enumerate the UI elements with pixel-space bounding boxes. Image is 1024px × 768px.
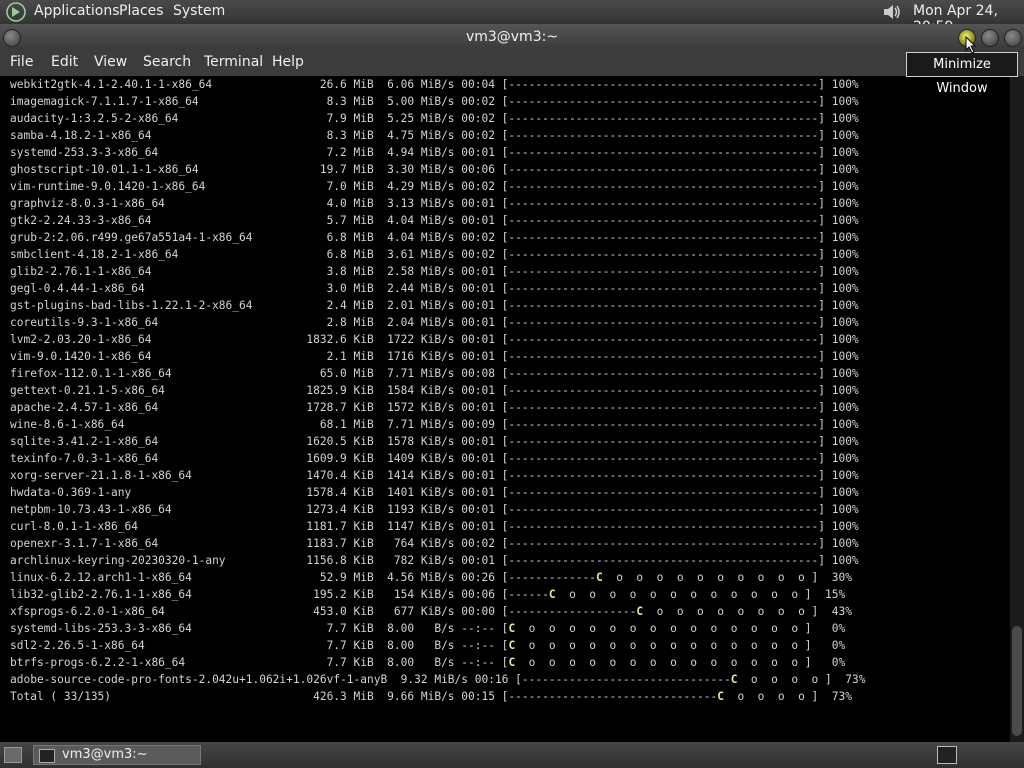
terminal-line: samba-4.18.2-1-x86_64 8.3 MiB 4.75 MiB/s… [10,129,859,142]
terminal-line: netpbm-10.73.43-1-x86_64 1273.4 KiB 1193… [10,503,859,516]
terminal-line: grub-2:2.06.r499.ge67a551a4-1-x86_64 6.8… [10,231,859,244]
terminal-line: audacity-1:3.2.5-2-x86_64 7.9 MiB 5.25 M… [10,112,859,125]
speaker-icon[interactable] [880,1,902,23]
terminal-line: vim-9.0.1420-1-x86_64 2.1 MiB 1716 KiB/s… [10,350,859,363]
terminal-line: hwdata-0.369-1-any 1578.4 KiB 1401 KiB/s… [10,486,859,499]
taskbar-terminal-button[interactable]: vm3@vm3:~ [33,745,201,765]
menu-help[interactable]: Help [272,54,304,70]
minimize-tooltip: Minimize Window [906,52,1018,96]
terminal-line: smbclient-4.18.2-1-x86_64 6.8 MiB 3.61 M… [10,248,859,261]
terminal-line: graphviz-8.0.3-1-x86_64 4.0 MiB 3.13 MiB… [10,197,859,210]
terminal-line: xorg-server-21.1.8-1-x86_64 1470.4 KiB 1… [10,469,859,482]
terminal-line: gegl-0.4.44-1-x86_64 3.0 MiB 2.44 MiB/s … [10,282,859,295]
taskbar-label: vm3@vm3:~ [62,747,148,762]
bottom-panel: vm3@vm3:~ [0,742,1024,768]
terminal-line: systemd-libs-253.3-3-x86_64 7.7 KiB 8.00… [10,622,846,635]
terminal-line: gst-plugins-bad-libs-1.22.1-2-x86_64 2.4… [10,299,859,312]
top-panel: Applications Places System Mon Apr 24, 2… [0,0,1024,35]
terminal-line: xfsprogs-6.2.0-1-x86_64 453.0 KiB 677 Ki… [10,605,852,618]
terminal-icon [39,749,55,763]
mouse-pointer-icon [965,36,977,54]
terminal-scrollbar[interactable] [1010,76,1024,742]
menu-file[interactable]: File [10,54,33,70]
applications-menu[interactable]: Applications [34,3,120,19]
system-menu[interactable]: System [173,3,225,19]
scrollbar-thumb[interactable] [1012,626,1022,736]
terminal-line: wine-8.6-1-x86_64 68.1 MiB 7.71 MiB/s 00… [10,418,859,431]
terminal-line: systemd-253.3-3-x86_64 7.2 MiB 4.94 MiB/… [10,146,859,159]
terminal-line: firefox-112.0.1-1-x86_64 65.0 MiB 7.71 M… [10,367,859,380]
terminal-output[interactable]: webkit2gtk-4.1-2.40.1-1-x86_64 26.6 MiB … [0,76,1010,742]
terminal-line: gtk2-2.24.33-3-x86_64 5.7 MiB 4.04 MiB/s… [10,214,859,227]
show-desktop-icon[interactable] [4,747,22,763]
terminal-text: webkit2gtk-4.1-2.40.1-1-x86_64 26.6 MiB … [0,76,1010,705]
terminal-menubar: File Edit View Search Terminal Help [0,50,1024,76]
terminal-line: glib2-2.76.1-1-x86_64 3.8 MiB 2.58 MiB/s… [10,265,859,278]
terminal-line: ghostscript-10.01.1-1-x86_64 19.7 MiB 3.… [10,163,859,176]
terminal-line: curl-8.0.1-1-x86_64 1181.7 KiB 1147 KiB/… [10,520,859,533]
terminal-line: sqlite-3.41.2-1-x86_64 1620.5 KiB 1578 K… [10,435,859,448]
terminal-line: lib32-glib2-2.76.1-1-x86_64 195.2 KiB 15… [10,588,846,601]
terminal-line: gettext-0.21.1-5-x86_64 1825.9 KiB 1584 … [10,384,859,397]
terminal-line: apache-2.4.57-1-x86_64 1728.7 KiB 1572 K… [10,401,859,414]
menu-view[interactable]: View [94,54,127,70]
menu-search[interactable]: Search [143,54,191,70]
terminal-line: adobe-source-code-pro-fonts-2.042u+1.062… [10,673,866,686]
terminal-line: btrfs-progs-6.2.2-1-x86_64 7.7 KiB 8.00 … [10,656,846,669]
terminal-line: lvm2-2.03.20-1-x86_64 1832.6 KiB 1722 Ki… [10,333,859,346]
window-titlebar[interactable]: vm3@vm3:~ [0,24,1024,50]
terminal-line: vim-runtime-9.0.1420-1-x86_64 7.0 MiB 4.… [10,180,859,193]
terminal-line: linux-6.2.12.arch1-1-x86_64 52.9 MiB 4.5… [10,571,852,584]
terminal-line: sdl2-2.26.5-1-x86_64 7.7 KiB 8.00 B/s --… [10,639,846,652]
terminal-line: coreutils-9.3-1-x86_64 2.8 MiB 2.04 MiB/… [10,316,859,329]
terminal-line: Total ( 33/135) 426.3 MiB 9.66 MiB/s 00:… [10,690,852,703]
window-title: vm3@vm3:~ [465,29,559,45]
menu-edit[interactable]: Edit [51,54,78,70]
close-button[interactable] [1004,29,1022,47]
terminal-line: archlinux-keyring-20230320-1-any 1156.8 … [10,554,859,567]
maximize-button[interactable] [981,29,999,47]
terminal-line: openexr-3.1.7-1-x86_64 1183.7 KiB 764 Ki… [10,537,859,550]
terminal-line: webkit2gtk-4.1-2.40.1-1-x86_64 26.6 MiB … [10,78,859,91]
distro-logo-icon[interactable] [5,1,27,23]
workspace-icon[interactable] [937,746,957,764]
places-menu[interactable]: Places [119,3,164,19]
terminal-line: texinfo-7.0.3-1-x86_64 1609.9 KiB 1409 K… [10,452,859,465]
terminal-line: imagemagick-7.1.1.7-1-x86_64 8.3 MiB 5.0… [10,95,859,108]
menu-terminal[interactable]: Terminal [204,54,263,70]
